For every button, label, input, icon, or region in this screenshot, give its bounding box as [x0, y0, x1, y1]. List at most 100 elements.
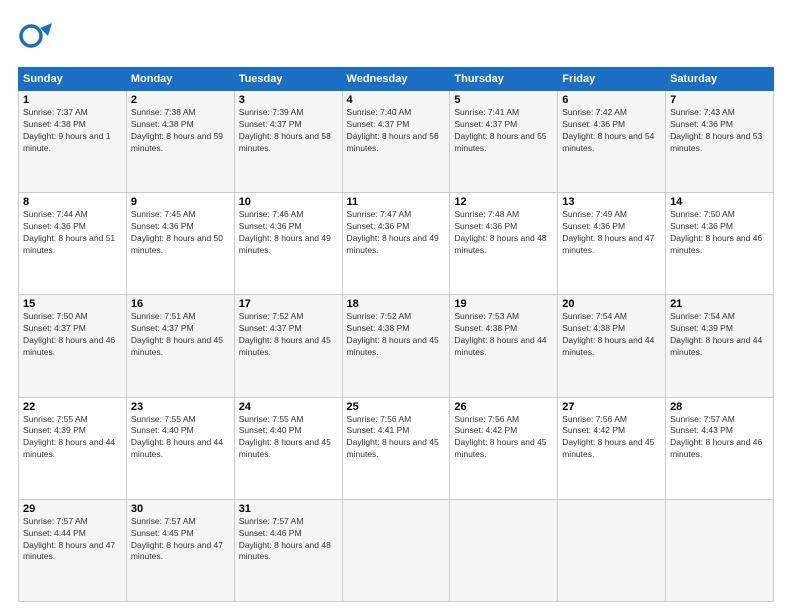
day-number: 26: [454, 401, 553, 413]
day-number: 17: [239, 298, 338, 310]
day-info: Sunrise: 7:57 AM Sunset: 4:45 PM Dayligh…: [131, 516, 230, 564]
day-cell: [450, 499, 558, 601]
day-number: 16: [131, 298, 230, 310]
day-cell: 21 Sunrise: 7:54 AM Sunset: 4:39 PM Dayl…: [666, 295, 774, 397]
logo-icon: [18, 18, 54, 54]
weekday-header-row: SundayMondayTuesdayWednesdayThursdayFrid…: [19, 68, 774, 91]
day-number: 25: [347, 401, 446, 413]
day-info: Sunrise: 7:41 AM Sunset: 4:37 PM Dayligh…: [454, 107, 553, 155]
weekday-saturday: Saturday: [666, 68, 774, 91]
day-info: Sunrise: 7:50 AM Sunset: 4:36 PM Dayligh…: [670, 209, 769, 257]
day-info: Sunrise: 7:53 AM Sunset: 4:38 PM Dayligh…: [454, 311, 553, 359]
week-row-1: 1 Sunrise: 7:37 AM Sunset: 4:38 PM Dayli…: [19, 91, 774, 193]
day-number: 6: [562, 94, 661, 106]
day-number: 10: [239, 196, 338, 208]
day-info: Sunrise: 7:51 AM Sunset: 4:37 PM Dayligh…: [131, 311, 230, 359]
day-cell: 23 Sunrise: 7:55 AM Sunset: 4:40 PM Dayl…: [126, 397, 234, 499]
day-number: 12: [454, 196, 553, 208]
day-cell: 4 Sunrise: 7:40 AM Sunset: 4:37 PM Dayli…: [342, 91, 450, 193]
day-info: Sunrise: 7:37 AM Sunset: 4:38 PM Dayligh…: [23, 107, 122, 155]
header: [18, 18, 774, 59]
day-number: 1: [23, 94, 122, 106]
week-row-4: 22 Sunrise: 7:55 AM Sunset: 4:39 PM Dayl…: [19, 397, 774, 499]
day-cell: 11 Sunrise: 7:47 AM Sunset: 4:36 PM Dayl…: [342, 193, 450, 295]
day-cell: 6 Sunrise: 7:42 AM Sunset: 4:36 PM Dayli…: [558, 91, 666, 193]
day-number: 4: [347, 94, 446, 106]
day-cell: 3 Sunrise: 7:39 AM Sunset: 4:37 PM Dayli…: [234, 91, 342, 193]
day-number: 30: [131, 503, 230, 515]
day-number: 21: [670, 298, 769, 310]
day-cell: 25 Sunrise: 7:56 AM Sunset: 4:41 PM Dayl…: [342, 397, 450, 499]
day-cell: 17 Sunrise: 7:52 AM Sunset: 4:37 PM Dayl…: [234, 295, 342, 397]
day-number: 7: [670, 94, 769, 106]
week-row-3: 15 Sunrise: 7:50 AM Sunset: 4:37 PM Dayl…: [19, 295, 774, 397]
calendar-table: SundayMondayTuesdayWednesdayThursdayFrid…: [18, 67, 774, 602]
day-info: Sunrise: 7:38 AM Sunset: 4:38 PM Dayligh…: [131, 107, 230, 155]
day-info: Sunrise: 7:56 AM Sunset: 4:42 PM Dayligh…: [454, 414, 553, 462]
day-info: Sunrise: 7:42 AM Sunset: 4:36 PM Dayligh…: [562, 107, 661, 155]
day-info: Sunrise: 7:52 AM Sunset: 4:37 PM Dayligh…: [239, 311, 338, 359]
day-cell: 29 Sunrise: 7:57 AM Sunset: 4:44 PM Dayl…: [19, 499, 127, 601]
day-cell: [342, 499, 450, 601]
day-info: Sunrise: 7:47 AM Sunset: 4:36 PM Dayligh…: [347, 209, 446, 257]
day-info: Sunrise: 7:55 AM Sunset: 4:40 PM Dayligh…: [131, 414, 230, 462]
day-info: Sunrise: 7:57 AM Sunset: 4:44 PM Dayligh…: [23, 516, 122, 564]
day-number: 8: [23, 196, 122, 208]
weekday-tuesday: Tuesday: [234, 68, 342, 91]
day-info: Sunrise: 7:56 AM Sunset: 4:41 PM Dayligh…: [347, 414, 446, 462]
day-cell: 12 Sunrise: 7:48 AM Sunset: 4:36 PM Dayl…: [450, 193, 558, 295]
day-number: 14: [670, 196, 769, 208]
weekday-monday: Monday: [126, 68, 234, 91]
day-info: Sunrise: 7:54 AM Sunset: 4:38 PM Dayligh…: [562, 311, 661, 359]
day-info: Sunrise: 7:39 AM Sunset: 4:37 PM Dayligh…: [239, 107, 338, 155]
day-number: 29: [23, 503, 122, 515]
day-info: Sunrise: 7:54 AM Sunset: 4:39 PM Dayligh…: [670, 311, 769, 359]
weekday-friday: Friday: [558, 68, 666, 91]
day-info: Sunrise: 7:57 AM Sunset: 4:43 PM Dayligh…: [670, 414, 769, 462]
day-number: 2: [131, 94, 230, 106]
day-cell: 1 Sunrise: 7:37 AM Sunset: 4:38 PM Dayli…: [19, 91, 127, 193]
day-number: 5: [454, 94, 553, 106]
week-row-2: 8 Sunrise: 7:44 AM Sunset: 4:36 PM Dayli…: [19, 193, 774, 295]
day-cell: 10 Sunrise: 7:46 AM Sunset: 4:36 PM Dayl…: [234, 193, 342, 295]
day-info: Sunrise: 7:57 AM Sunset: 4:46 PM Dayligh…: [239, 516, 338, 564]
day-info: Sunrise: 7:44 AM Sunset: 4:36 PM Dayligh…: [23, 209, 122, 257]
day-number: 19: [454, 298, 553, 310]
day-number: 15: [23, 298, 122, 310]
day-cell: 28 Sunrise: 7:57 AM Sunset: 4:43 PM Dayl…: [666, 397, 774, 499]
day-cell: 24 Sunrise: 7:55 AM Sunset: 4:40 PM Dayl…: [234, 397, 342, 499]
day-cell: [666, 499, 774, 601]
day-info: Sunrise: 7:56 AM Sunset: 4:42 PM Dayligh…: [562, 414, 661, 462]
day-number: 22: [23, 401, 122, 413]
day-info: Sunrise: 7:55 AM Sunset: 4:39 PM Dayligh…: [23, 414, 122, 462]
day-info: Sunrise: 7:43 AM Sunset: 4:36 PM Dayligh…: [670, 107, 769, 155]
day-number: 3: [239, 94, 338, 106]
day-cell: 15 Sunrise: 7:50 AM Sunset: 4:37 PM Dayl…: [19, 295, 127, 397]
day-number: 11: [347, 196, 446, 208]
day-cell: 26 Sunrise: 7:56 AM Sunset: 4:42 PM Dayl…: [450, 397, 558, 499]
day-info: Sunrise: 7:45 AM Sunset: 4:36 PM Dayligh…: [131, 209, 230, 257]
day-cell: 20 Sunrise: 7:54 AM Sunset: 4:38 PM Dayl…: [558, 295, 666, 397]
day-cell: 14 Sunrise: 7:50 AM Sunset: 4:36 PM Dayl…: [666, 193, 774, 295]
day-cell: 30 Sunrise: 7:57 AM Sunset: 4:45 PM Dayl…: [126, 499, 234, 601]
weekday-wednesday: Wednesday: [342, 68, 450, 91]
day-number: 13: [562, 196, 661, 208]
page: SundayMondayTuesdayWednesdayThursdayFrid…: [0, 0, 792, 612]
day-cell: [558, 499, 666, 601]
day-number: 28: [670, 401, 769, 413]
day-number: 23: [131, 401, 230, 413]
day-number: 24: [239, 401, 338, 413]
day-info: Sunrise: 7:50 AM Sunset: 4:37 PM Dayligh…: [23, 311, 122, 359]
day-number: 20: [562, 298, 661, 310]
day-info: Sunrise: 7:40 AM Sunset: 4:37 PM Dayligh…: [347, 107, 446, 155]
day-cell: 27 Sunrise: 7:56 AM Sunset: 4:42 PM Dayl…: [558, 397, 666, 499]
day-number: 27: [562, 401, 661, 413]
day-info: Sunrise: 7:46 AM Sunset: 4:36 PM Dayligh…: [239, 209, 338, 257]
day-number: 18: [347, 298, 446, 310]
day-info: Sunrise: 7:52 AM Sunset: 4:38 PM Dayligh…: [347, 311, 446, 359]
day-cell: 19 Sunrise: 7:53 AM Sunset: 4:38 PM Dayl…: [450, 295, 558, 397]
day-info: Sunrise: 7:55 AM Sunset: 4:40 PM Dayligh…: [239, 414, 338, 462]
weekday-sunday: Sunday: [19, 68, 127, 91]
day-cell: 2 Sunrise: 7:38 AM Sunset: 4:38 PM Dayli…: [126, 91, 234, 193]
day-cell: 31 Sunrise: 7:57 AM Sunset: 4:46 PM Dayl…: [234, 499, 342, 601]
